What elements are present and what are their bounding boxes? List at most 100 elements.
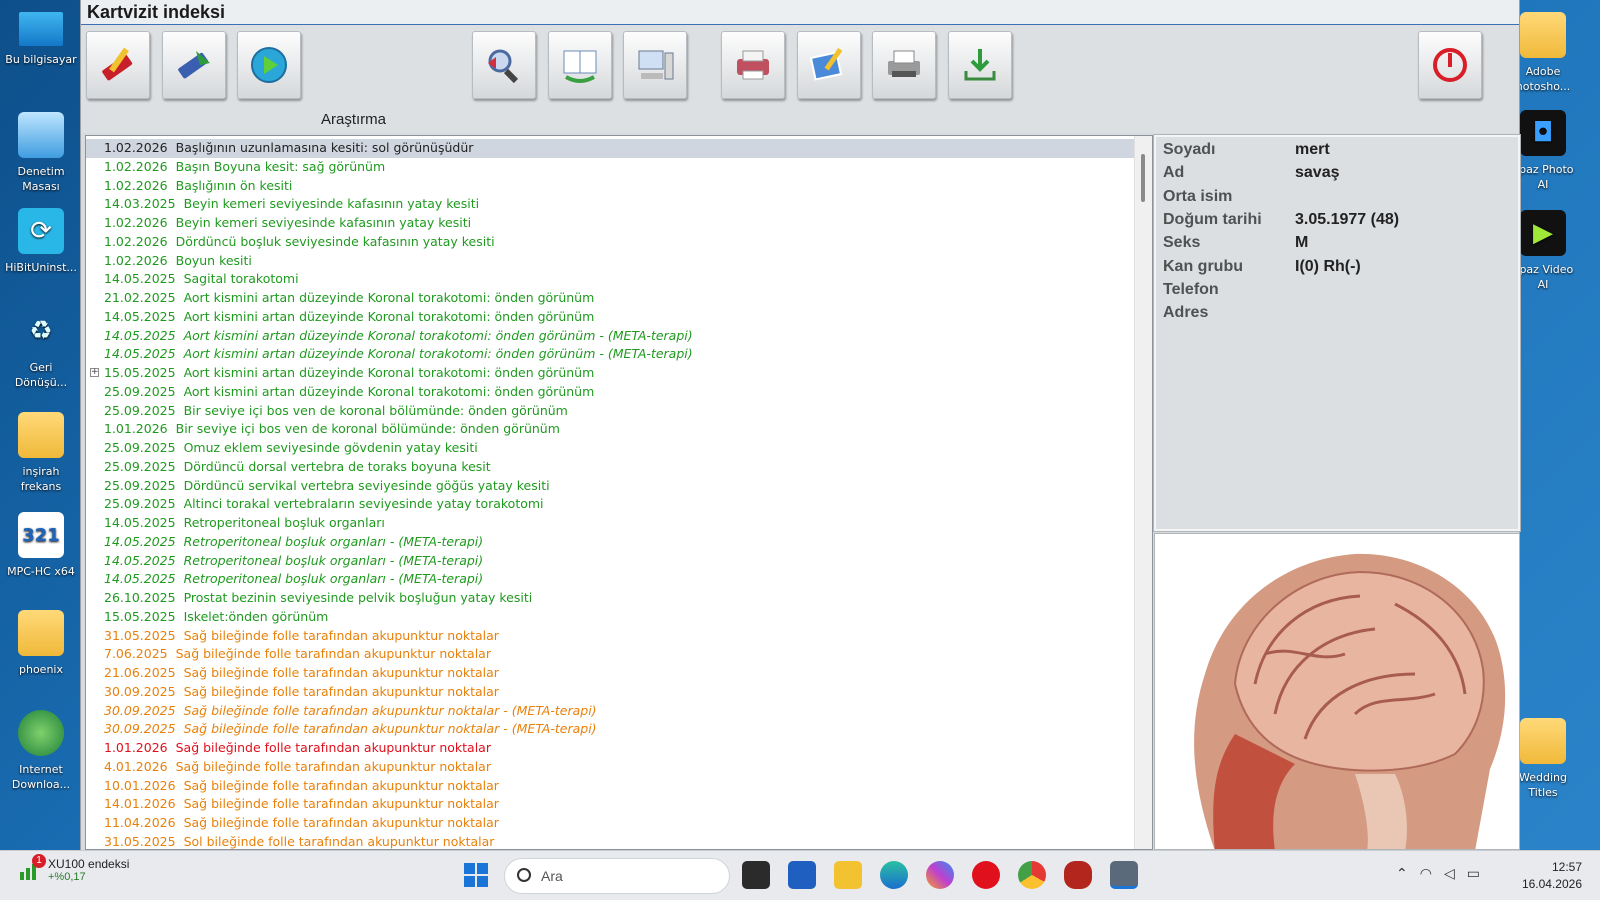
wifi-icon[interactable]: ◠ xyxy=(1420,866,1432,882)
folder-photoshop-icon xyxy=(1520,12,1566,58)
list-item[interactable]: 14.05.2025 Retroperitoneal boşluk organla… xyxy=(86,514,1134,533)
scroll-thumb[interactable] xyxy=(1141,154,1145,202)
stock-widget[interactable]: 1 XU100 endeksi +%0,17 xyxy=(18,854,129,883)
list-item[interactable]: 1.02.2026 Başlığının ön kesiti xyxy=(86,177,1134,196)
chrome-icon[interactable] xyxy=(1018,861,1046,889)
taskbar-search[interactable]: Ara xyxy=(504,858,730,894)
record-title: Aort kismini artan düzeyinde Koronal tor… xyxy=(183,290,595,305)
list-item[interactable]: 25.09.2025 Altinci torakal vertebraların … xyxy=(86,495,1134,514)
records-list[interactable]: 1.02.2026 Başlığının uzunlamasına kesiti:… xyxy=(85,135,1153,850)
list-item[interactable]: 31.05.2025 Sağ bileğinde folle tarafından… xyxy=(86,627,1134,646)
edge-icon[interactable] xyxy=(880,861,908,889)
record-title: Dördüncü dorsal vertebra de toraks boyun… xyxy=(183,458,491,474)
system-tray[interactable]: ⌃ ◠ ◁ ▭ xyxy=(1396,866,1480,882)
list-item[interactable]: 14.05.2025 Aort kismini artan düzeyinde K… xyxy=(86,345,1134,364)
toolbar: Araştırma xyxy=(81,25,1519,133)
list-item[interactable]: 31.05.2025 Sol bileğinde folle tarafından… xyxy=(86,833,1134,849)
record-date: 31.05.2025 xyxy=(104,833,176,849)
preview-image-panel xyxy=(1154,533,1520,850)
desktop-icon-control-panel[interactable]: Denetim Masası xyxy=(2,112,80,194)
list-item[interactable]: 7.06.2025 Sağ bileğinde folle tarafından … xyxy=(86,645,1134,664)
list-item[interactable]: 30.09.2025 Sağ bileğinde folle tarafından… xyxy=(86,720,1134,739)
list-item[interactable]: 14.05.2025 Aort kismini artan düzeyinde K… xyxy=(86,327,1134,346)
power-button[interactable] xyxy=(1418,31,1482,99)
desktop-icon-mpc[interactable]: 321 MPC-HC x64 xyxy=(2,512,80,579)
file-explorer-icon[interactable] xyxy=(834,861,862,889)
research-button[interactable] xyxy=(237,31,301,99)
list-item[interactable]: 14.05.2025 Retroperitoneal boşluk organla… xyxy=(86,552,1134,571)
list-item[interactable]: 21.06.2025 Sağ bileğinde folle tarafından… xyxy=(86,664,1134,683)
list-item[interactable]: 26.10.2025 Prostat bezinin seviyesinde pe… xyxy=(86,589,1134,608)
patient-field-label: Seks xyxy=(1163,234,1201,252)
list-item[interactable]: 25.09.2025 Omuz eklem seviyesinde gövdeni… xyxy=(86,439,1134,458)
list-item[interactable]: 25.09.2025 Aort kismini artan düzeyinde K… xyxy=(86,383,1134,402)
print-button[interactable] xyxy=(721,31,785,99)
chevron-up-icon[interactable]: ⌃ xyxy=(1396,866,1408,882)
active-app-icon[interactable] xyxy=(1110,861,1138,889)
list-item[interactable]: 14.01.2026 Sağ bileğinde folle tarafından… xyxy=(86,795,1134,814)
desktop-icon-label: opaz Photo AI xyxy=(1512,163,1574,191)
list-item[interactable]: 30.09.2025 Sağ bileğinde folle tarafından… xyxy=(86,702,1134,721)
record-title: Sağ bileğinde folle tarafından akupunktu… xyxy=(183,683,499,699)
list-item[interactable]: 14.05.2025 Retroperitoneal boşluk organla… xyxy=(86,533,1134,552)
record-date: 14.05.2025 xyxy=(104,571,176,587)
search-button[interactable] xyxy=(472,31,536,99)
list-item[interactable]: 11.04.2026 Sağ bileğinde folle tarafından… xyxy=(86,814,1134,833)
toolbar-tooltip: Araştırma xyxy=(321,111,387,128)
app-red-icon[interactable] xyxy=(1064,861,1092,889)
list-item[interactable]: 1.02.2026 Başın Boyuna kesit: sağ görünüm xyxy=(86,158,1134,177)
edit-button[interactable] xyxy=(86,31,150,99)
list-item[interactable]: 30.09.2025 Sağ bileğinde folle tarafından… xyxy=(86,683,1134,702)
list-item[interactable]: 14.03.2025 Beyin kemeri seviyesinde kafas… xyxy=(86,195,1134,214)
list-item[interactable]: 1.02.2026 Boyun kesiti xyxy=(86,252,1134,271)
battery-icon[interactable]: ▭ xyxy=(1467,866,1480,882)
record-date: 1.02.2026 xyxy=(104,233,168,249)
tools-button[interactable] xyxy=(162,31,226,99)
list-item[interactable]: 1.02.2026 Başlığının uzunlamasına kesiti:… xyxy=(86,139,1134,158)
desktop-icon-label: inşirah frekans xyxy=(20,465,62,493)
list-item[interactable]: 14.05.2025 Retroperitoneal boşluk organla… xyxy=(86,570,1134,589)
opera-icon[interactable] xyxy=(972,861,1000,889)
patient-field-label: Telefon xyxy=(1163,280,1219,298)
list-item[interactable]: 1.01.2026 Sağ bileğinde folle tarafından … xyxy=(86,739,1134,758)
list-item[interactable]: 25.09.2025 Bir seviye içi bos ven de koro… xyxy=(86,402,1134,421)
desktop-icon-folder-insirah[interactable]: inşirah frekans xyxy=(2,412,80,494)
list-item[interactable]: 10.01.2026 Sağ bileğinde folle tarafından… xyxy=(86,777,1134,796)
fax-button[interactable] xyxy=(872,31,936,99)
edit-image-button[interactable] xyxy=(797,31,861,99)
compare-button[interactable] xyxy=(548,31,612,99)
clock[interactable]: 12:57 16.04.2026 xyxy=(1522,859,1582,893)
windows-start-icon[interactable] xyxy=(464,863,488,887)
desktop-icon-this-pc[interactable]: Bu bilgisayar xyxy=(2,8,80,67)
list-item[interactable]: 14.05.2025 Aort kismini artan düzeyinde K… xyxy=(86,308,1134,327)
list-item[interactable]: +15.05.2025 Aort kismini artan düzeyinde … xyxy=(86,364,1134,383)
task-view-icon[interactable] xyxy=(742,861,770,889)
list-scrollbar[interactable] xyxy=(1134,136,1152,849)
desktop-icon-idm[interactable]: Internet Downloa... xyxy=(2,710,80,792)
list-item[interactable]: 14.05.2025 Sagital torakotomi xyxy=(86,270,1134,289)
list-item[interactable]: 1.02.2026 Beyin kemeri seviyesinde kafası… xyxy=(86,214,1134,233)
list-item[interactable]: 1.02.2026 Dördüncü boşluk seviyesinde kaf… xyxy=(86,233,1134,252)
record-title: Sağ bileğinde folle tarafından akupunktu… xyxy=(183,721,597,737)
desktop-icon-hibit[interactable]: ⟳ HiBitUninst... xyxy=(2,208,80,275)
patient-field-label: Adres xyxy=(1163,304,1209,322)
store-icon[interactable] xyxy=(788,861,816,889)
fax-icon xyxy=(888,50,920,77)
list-item[interactable]: 1.01.2026 Bir seviye içi bos ven de koron… xyxy=(86,420,1134,439)
list-item[interactable]: 25.09.2025 Dördüncü servikal vertebra sev… xyxy=(86,477,1134,496)
desktop-icon-phoenix[interactable]: phoenix xyxy=(2,610,80,677)
list-item[interactable]: 25.09.2025 Dördüncü dorsal vertebra de to… xyxy=(86,458,1134,477)
computer-button[interactable] xyxy=(623,31,687,99)
export-button[interactable] xyxy=(948,31,1012,99)
list-item[interactable]: 4.01.2026 Sağ bileğinde folle tarafından … xyxy=(86,758,1134,777)
patient-field-label: Soyadı xyxy=(1163,141,1216,158)
volume-icon[interactable]: ◁ xyxy=(1444,866,1455,882)
expand-icon[interactable]: + xyxy=(90,368,99,377)
list-item[interactable]: 21.02.2025 Aort kismini artan düzeyinde K… xyxy=(86,289,1134,308)
list-item[interactable]: 15.05.2025 Iskelet:önden görünüm xyxy=(86,608,1134,627)
desktop-icon-recycle-bin[interactable]: ♻ Geri Dönüşü... xyxy=(2,308,80,390)
copilot-icon[interactable] xyxy=(926,861,954,889)
record-date: 26.10.2025 xyxy=(104,590,176,605)
record-date: 15.05.2025 xyxy=(104,608,176,624)
folder-user-icon xyxy=(18,610,64,656)
